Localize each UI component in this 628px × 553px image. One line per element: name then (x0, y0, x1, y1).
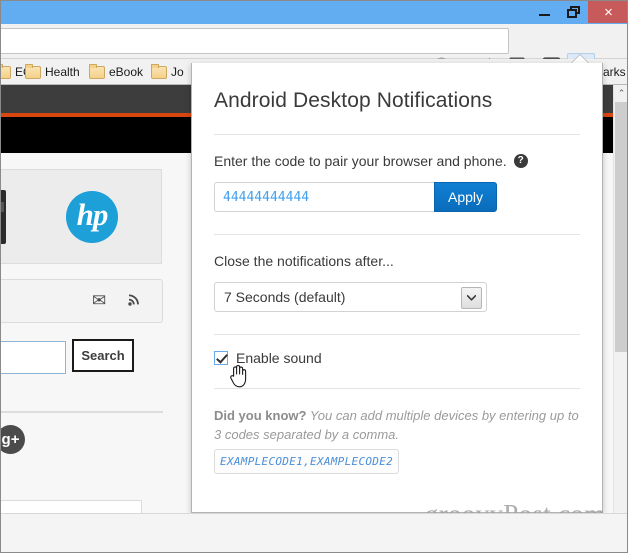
timeout-select[interactable]: 7 Seconds (default) (214, 282, 487, 312)
divider (214, 134, 580, 135)
browser-toolbar (1, 24, 627, 81)
title-bar: × (1, 1, 627, 24)
help-icon[interactable]: ? (513, 154, 528, 168)
folder-icon (89, 63, 105, 79)
advertisement-box[interactable]: hp (1, 169, 162, 264)
example-code-chip: EXAMPLECODE1,EXAMPLECODE2 (214, 449, 400, 474)
close-icon: × (604, 3, 613, 21)
divider (214, 334, 580, 335)
address-bar[interactable] (1, 28, 509, 54)
social-links-box: ✉ (1, 279, 163, 323)
hp-logo: hp (66, 191, 118, 243)
mail-icon[interactable]: ✉ (92, 291, 106, 311)
browser-window: × EO Health eBook Jo marks hp ✉ Search g… (0, 0, 628, 553)
chevron-down-icon[interactable] (461, 287, 482, 309)
bookmark-label: Health (45, 65, 80, 79)
printer-image (1, 190, 6, 244)
folder-icon (151, 63, 167, 79)
bookmark-label: eBook (109, 65, 144, 79)
page-title: Android Desktop Notifications (214, 89, 493, 112)
search-button-label: Search (81, 348, 125, 363)
close-button[interactable]: × (588, 1, 627, 23)
bookmark-item-jo[interactable]: Jo (151, 63, 184, 81)
pair-code-input[interactable] (214, 182, 434, 212)
enable-sound-row[interactable]: Enable sound (214, 350, 580, 388)
pair-code-label-text: Enter the code to pair your browser and … (214, 153, 507, 169)
minimize-icon (539, 14, 550, 16)
folder-icon (1, 63, 11, 79)
extension-popup: Android Desktop Notifications Enter the … (191, 63, 603, 513)
pair-code-row: Apply (214, 182, 497, 212)
maximize-button[interactable] (559, 1, 588, 23)
divider (214, 388, 580, 389)
enable-sound-checkbox[interactable] (214, 351, 228, 365)
apply-button[interactable]: Apply (434, 182, 497, 212)
close-after-label: Close the notifications after... (214, 253, 580, 269)
google-plus-icon[interactable]: g+ (1, 425, 25, 454)
scroll-up-arrow-icon[interactable]: ⌃ (614, 85, 627, 102)
bookmark-item-health[interactable]: Health (25, 63, 80, 81)
pair-code-label: Enter the code to pair your browser and … (214, 153, 580, 169)
page-scrollbar[interactable]: ⌃ (613, 85, 627, 552)
minimize-button[interactable] (530, 1, 559, 23)
tip-heading: Did you know? (214, 408, 307, 423)
site-search-input[interactable] (1, 341, 66, 374)
bookmark-item-ebook[interactable]: eBook (89, 63, 143, 81)
bookmark-label: Jo (171, 65, 184, 79)
bottom-strip (1, 513, 627, 552)
divider (214, 234, 580, 235)
timeout-select-value: 7 Seconds (default) (224, 289, 346, 305)
restore-icon (567, 6, 580, 18)
rss-icon[interactable] (127, 291, 143, 312)
horizontal-rule (1, 411, 163, 413)
enable-sound-label: Enable sound (236, 350, 322, 366)
site-search-button[interactable]: Search (72, 339, 134, 372)
folder-icon (25, 63, 41, 79)
did-you-know-tip: Did you know? You can add multiple devic… (214, 406, 580, 474)
mouse-cursor-pointer-icon (228, 363, 248, 389)
close-after-label-text: Close the notifications after... (214, 253, 394, 269)
scrollbar-thumb[interactable] (615, 102, 627, 352)
